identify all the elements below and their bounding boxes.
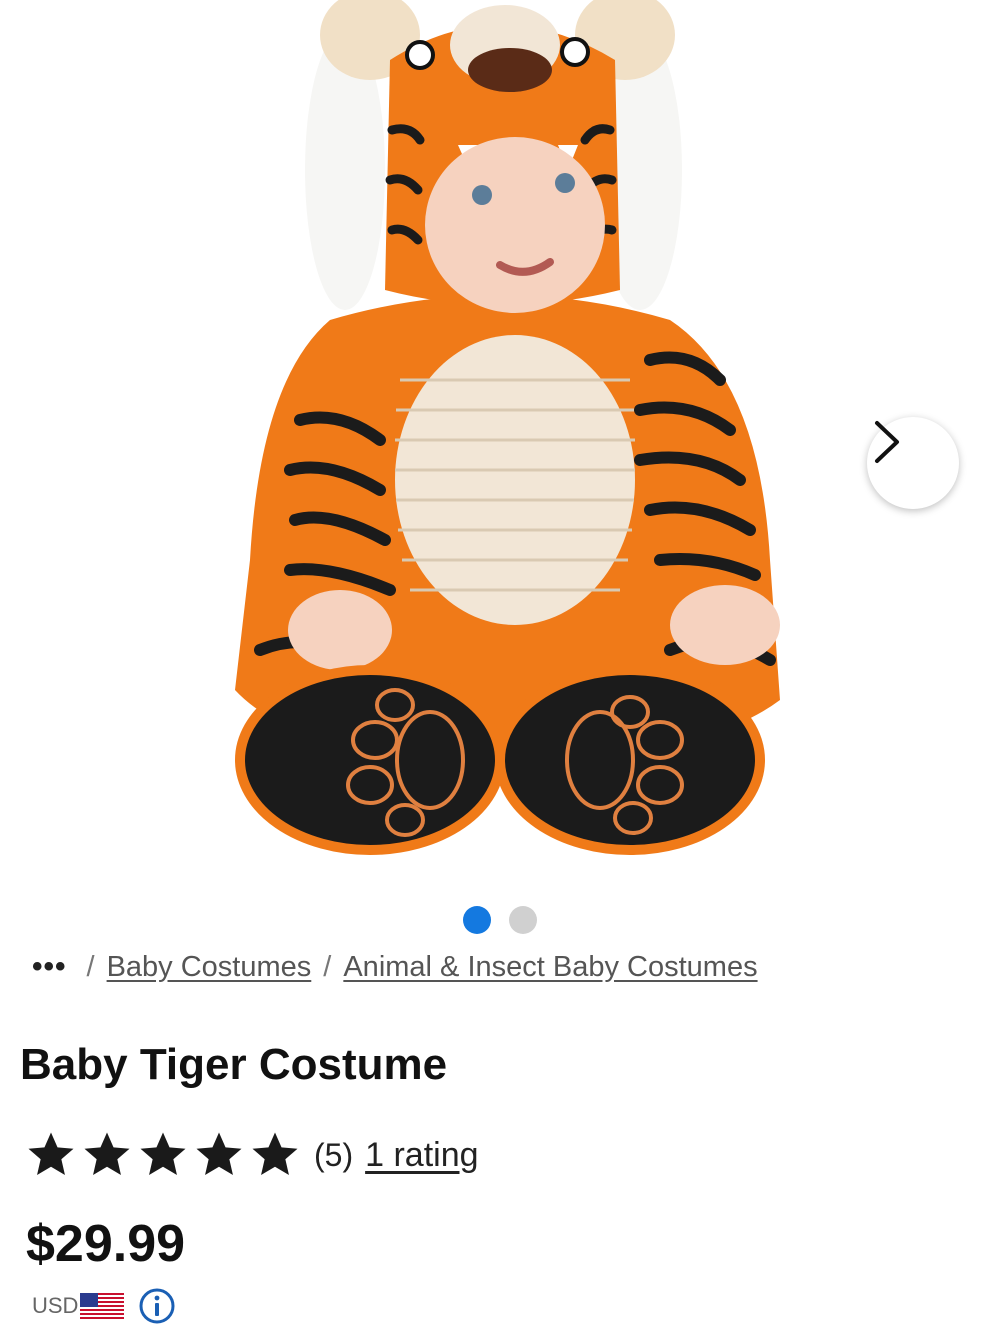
pager-dot[interactable] <box>509 906 537 934</box>
breadcrumb-separator: / <box>323 950 332 983</box>
info-icon[interactable] <box>138 1287 176 1325</box>
currency-selector[interactable]: USD <box>32 1287 176 1325</box>
breadcrumb-more-button[interactable]: ••• <box>32 950 67 984</box>
breadcrumb-link-baby-costumes[interactable]: Baby Costumes <box>107 951 312 984</box>
star-icon <box>196 1132 242 1176</box>
star-icon <box>252 1132 298 1176</box>
ratings-link[interactable]: 1 rating <box>365 1136 478 1175</box>
product-image-gallery[interactable] <box>0 0 1000 890</box>
product-price: $29.99 <box>26 1215 186 1273</box>
product-image <box>235 0 780 855</box>
rating-score: (5) <box>314 1136 354 1173</box>
breadcrumb-separator: / <box>86 950 95 983</box>
next-image-button[interactable] <box>867 417 959 509</box>
star-rating <box>24 1128 302 1182</box>
star-icon <box>28 1132 74 1176</box>
breadcrumb-link-animal-insect[interactable]: Animal & Insect Baby Costumes <box>343 951 757 984</box>
star-icon <box>140 1132 186 1176</box>
currency-code: USD <box>32 1293 79 1318</box>
product-title: Baby Tiger Costume <box>20 1040 448 1089</box>
breadcrumb: ••• / Baby Costumes / Animal & Insect Ba… <box>32 950 758 984</box>
star-icon <box>84 1132 130 1176</box>
pager-dot-active[interactable] <box>463 906 491 934</box>
product-rating: (5) 1 rating <box>24 1128 479 1182</box>
us-flag-icon <box>80 1293 125 1319</box>
image-pager <box>0 906 1000 934</box>
chevron-right-icon <box>875 421 899 463</box>
